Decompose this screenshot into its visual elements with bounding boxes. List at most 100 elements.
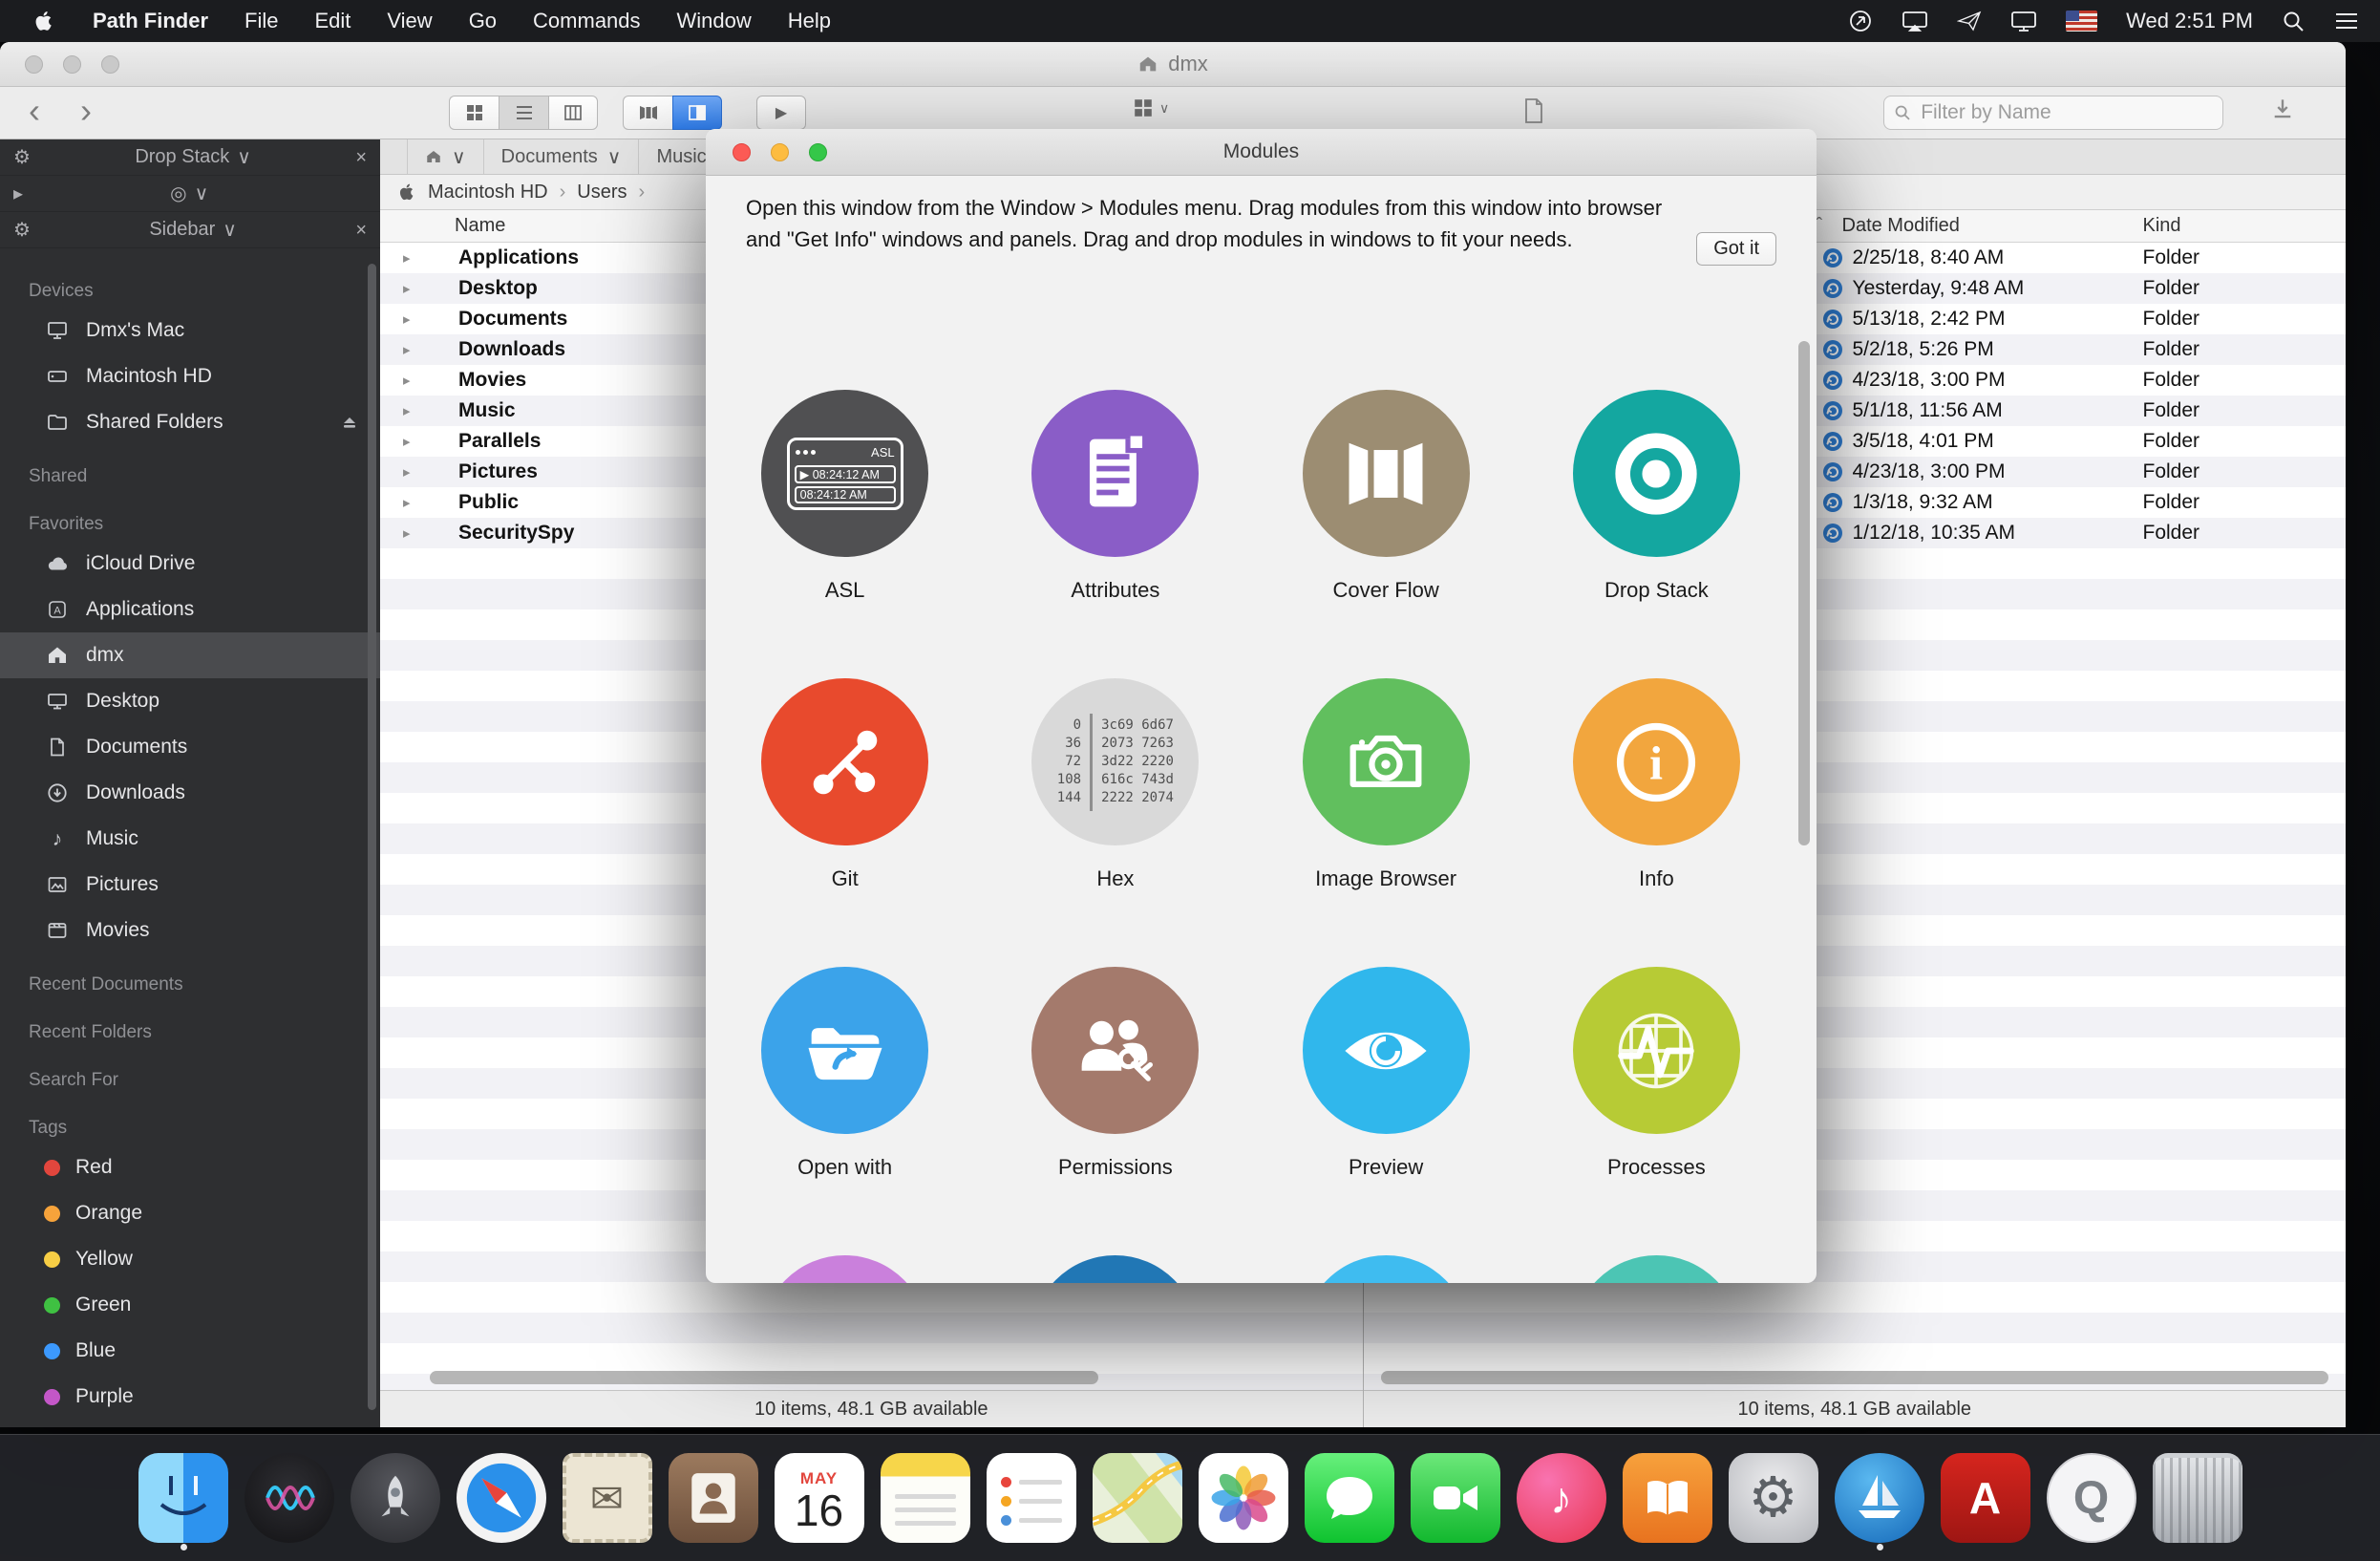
disclosure-triangle-icon[interactable]: ▸	[403, 402, 411, 419]
dock-acrobat[interactable]: A	[1939, 1445, 2032, 1550]
disclosure-triangle-icon[interactable]: ▸	[403, 372, 411, 389]
sidebar-scrollbar[interactable]	[368, 264, 376, 1410]
dock-contacts[interactable]	[667, 1445, 760, 1550]
module-attributes[interactable]: Attributes	[980, 390, 1250, 678]
airplay-display-icon[interactable]	[1902, 10, 1928, 32]
dock-facetime[interactable]	[1409, 1445, 1502, 1550]
sidebar-tag-purple[interactable]: Purple	[0, 1374, 380, 1420]
dock-ibooks[interactable]	[1621, 1445, 1714, 1550]
list-view-button[interactable]	[499, 96, 548, 130]
download-button[interactable]	[2271, 97, 2294, 122]
caret-down-icon[interactable]: ∨	[237, 145, 251, 169]
dock-itunes[interactable]: ♪	[1515, 1445, 1608, 1550]
dialog-minimize-button[interactable]	[771, 143, 789, 161]
sidebar-item-macintosh-hd[interactable]: Macintosh HD	[0, 353, 380, 399]
disclosure-icon[interactable]: ▸	[13, 184, 23, 203]
proxy-file-icon[interactable]	[1522, 97, 1545, 124]
dialog-scrollbar[interactable]	[1798, 341, 1810, 845]
caret-down-icon[interactable]: ∨	[223, 218, 237, 242]
menu-edit[interactable]: Edit	[296, 9, 369, 33]
disclosure-triangle-icon[interactable]: ▸	[403, 249, 411, 267]
play-button[interactable]: ▶	[756, 96, 806, 130]
got-it-button[interactable]: Got it	[1696, 232, 1776, 266]
minimize-button[interactable]	[63, 55, 81, 74]
disclosure-triangle-icon[interactable]: ▸	[403, 524, 411, 542]
menu-view[interactable]: View	[369, 9, 450, 33]
column-view-button[interactable]	[548, 96, 598, 130]
dock-messages[interactable]	[1303, 1445, 1396, 1550]
caret-down-icon[interactable]: ∨	[195, 182, 209, 205]
module-permissions[interactable]: Permissions	[980, 967, 1250, 1255]
dock-notes[interactable]	[879, 1445, 972, 1550]
window-title-bar[interactable]: dmx	[0, 42, 2346, 87]
notification-center-icon[interactable]	[2334, 11, 2359, 32]
close-icon[interactable]: ×	[355, 148, 367, 167]
sidebar-item-music[interactable]: ♪Music	[0, 816, 380, 862]
dock-photos[interactable]	[1197, 1445, 1290, 1550]
module-drop-stack[interactable]: Drop Stack	[1521, 390, 1792, 678]
module-partial[interactable]	[980, 1255, 1250, 1283]
module-partial[interactable]	[710, 1255, 980, 1283]
cover-flow-button[interactable]	[623, 96, 672, 130]
dock-siri[interactable]	[243, 1445, 336, 1550]
dialog-close-button[interactable]	[733, 143, 751, 161]
dock-launchpad[interactable]	[349, 1445, 442, 1550]
share-plane-icon[interactable]	[1957, 10, 1982, 32]
disclosure-triangle-icon[interactable]: ▸	[403, 433, 411, 450]
dual-pane-button[interactable]	[672, 96, 722, 130]
sidebar-tag-orange[interactable]: Orange	[0, 1190, 380, 1236]
module-hex[interactable]: 036721081443c69 6d672073 72633d22 222061…	[980, 678, 1250, 967]
icon-view-button[interactable]	[449, 96, 499, 130]
sidebar-tag-blue[interactable]: Blue	[0, 1328, 380, 1374]
module-cover-flow[interactable]: Cover Flow	[1251, 390, 1521, 678]
drop-stack-tray[interactable]: ▸ ◎∨ ×	[0, 176, 380, 212]
sidebar-tag-yellow[interactable]: Yellow	[0, 1236, 380, 1282]
sidebar-item-dmx[interactable]: dmx	[0, 632, 380, 678]
dock-trash[interactable]	[2151, 1445, 2244, 1550]
crumb-users[interactable]: Users	[577, 182, 627, 203]
menu-file[interactable]: File	[226, 9, 296, 33]
filter-field[interactable]	[1883, 96, 2223, 130]
eject-icon[interactable]	[340, 413, 359, 432]
module-asl[interactable]: ASL▶ 08:24:12 AM08:24:12 AMASL	[710, 390, 980, 678]
crumb-volume[interactable]: Macintosh HD	[428, 182, 548, 203]
sidebar-item-icloud-drive[interactable]: iCloud Drive	[0, 541, 380, 587]
gear-icon[interactable]: ⚙	[13, 221, 31, 240]
module-partial[interactable]	[1521, 1255, 1792, 1283]
dock-maps[interactable]	[1091, 1445, 1184, 1550]
menu-window[interactable]: Window	[659, 9, 770, 33]
dock-calendar[interactable]: MAY16	[773, 1445, 866, 1550]
dock-reminders[interactable]	[985, 1445, 1078, 1550]
spotlight-search-icon[interactable]	[2282, 10, 2306, 33]
sidebar-item-movies[interactable]: Movies	[0, 908, 380, 953]
dialog-title-bar[interactable]: Modules	[706, 129, 1817, 176]
module-image-browser[interactable]: Image Browser	[1251, 678, 1521, 967]
close-button[interactable]	[25, 55, 43, 74]
dock-path-finder[interactable]	[1833, 1445, 1926, 1550]
location-icon[interactable]	[1848, 9, 1873, 33]
sidebar-item-downloads[interactable]: Downloads	[0, 770, 380, 816]
sidebar-item-dmx-s-mac[interactable]: Dmx's Mac	[0, 308, 380, 353]
home-tab[interactable]: ∨	[407, 139, 484, 174]
sidebar-tag-gray[interactable]: Gray	[0, 1420, 380, 1427]
sidebar-tag-green[interactable]: Green	[0, 1282, 380, 1328]
sidebar-item-applications[interactable]: AApplications	[0, 587, 380, 632]
sidebar-tag-red[interactable]: Red	[0, 1144, 380, 1190]
sidebar-item-shared-folders[interactable]: Shared Folders	[0, 399, 380, 445]
disclosure-triangle-icon[interactable]: ▸	[403, 280, 411, 297]
dock-mail[interactable]: ✉	[561, 1445, 654, 1550]
menu-path-finder[interactable]: Path Finder	[74, 9, 226, 33]
view-options-button[interactable]: ∨	[1133, 97, 1169, 118]
us-flag-icon[interactable]	[2066, 11, 2097, 32]
disclosure-triangle-icon[interactable]: ▸	[403, 463, 411, 481]
module-preview[interactable]: Preview	[1251, 967, 1521, 1255]
back-button[interactable]: ‹	[15, 91, 53, 131]
dock-quicklook[interactable]: Q	[2045, 1445, 2138, 1550]
dock-system-preferences[interactable]: ⚙	[1727, 1445, 1820, 1550]
horizontal-scrollbar[interactable]	[430, 1371, 1098, 1384]
menu-commands[interactable]: Commands	[515, 9, 658, 33]
apple-menu-icon[interactable]	[21, 10, 67, 32]
filter-input[interactable]	[1919, 100, 2213, 125]
disclosure-triangle-icon[interactable]: ▸	[403, 494, 411, 511]
dialog-zoom-button[interactable]	[809, 143, 827, 161]
